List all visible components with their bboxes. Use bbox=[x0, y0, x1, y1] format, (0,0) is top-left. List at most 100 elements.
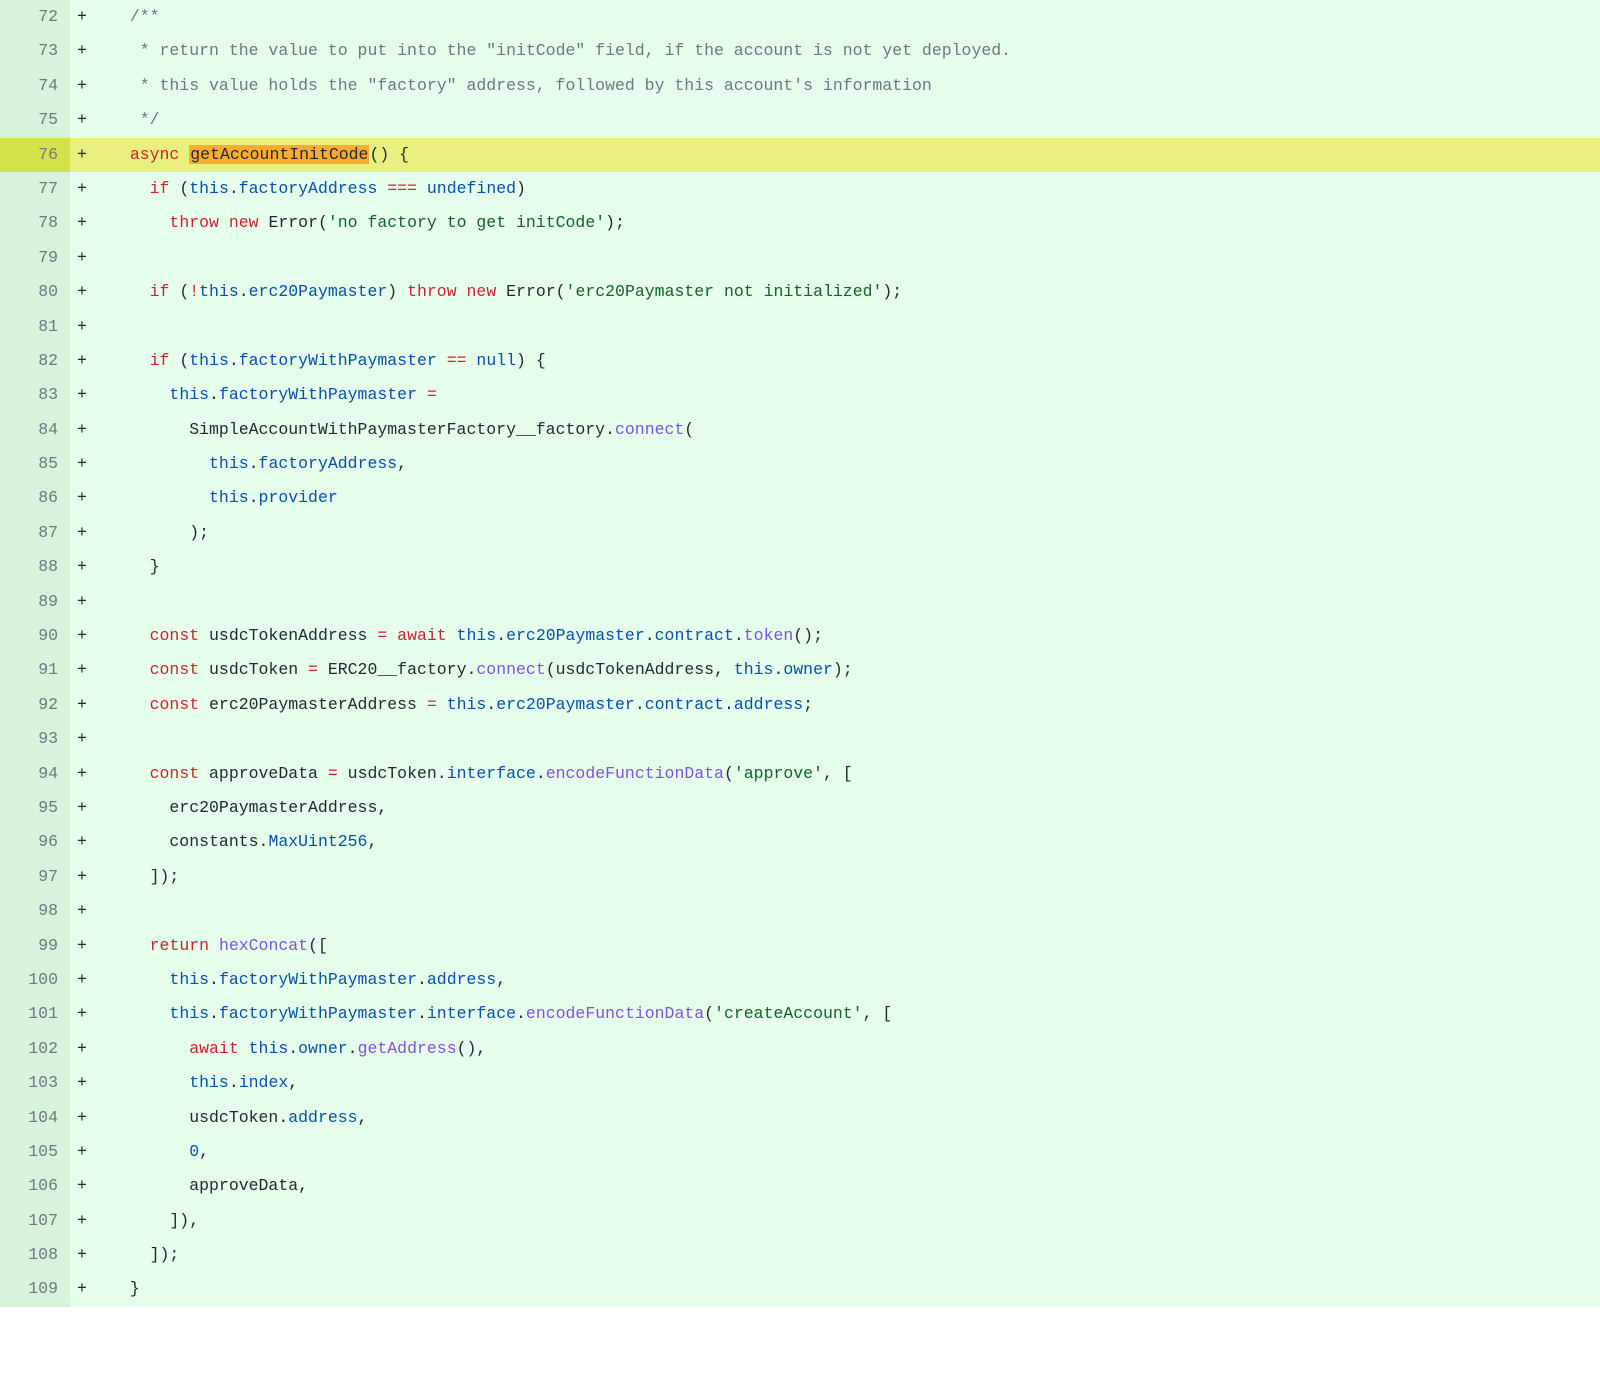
line-number[interactable]: 88 bbox=[0, 550, 70, 584]
diff-row[interactable]: 106+ approveData, bbox=[0, 1169, 1600, 1203]
line-number[interactable]: 80 bbox=[0, 275, 70, 309]
line-number[interactable]: 104 bbox=[0, 1101, 70, 1135]
line-number[interactable]: 93 bbox=[0, 722, 70, 756]
line-number[interactable]: 76 bbox=[0, 138, 70, 172]
line-number[interactable]: 75 bbox=[0, 103, 70, 137]
code-content[interactable]: if (!this.erc20Paymaster) throw new Erro… bbox=[94, 275, 1600, 309]
code-content[interactable]: if (this.factoryAddress === undefined) bbox=[94, 172, 1600, 206]
code-content[interactable]: /** bbox=[94, 0, 1600, 34]
diff-row[interactable]: 82+ if (this.factoryWithPaymaster == nul… bbox=[0, 344, 1600, 378]
diff-row[interactable]: 86+ this.provider bbox=[0, 481, 1600, 515]
line-number[interactable]: 100 bbox=[0, 963, 70, 997]
diff-row[interactable]: 105+ 0, bbox=[0, 1135, 1600, 1169]
diff-row[interactable]: 76+ async getAccountInitCode() { bbox=[0, 138, 1600, 172]
code-content[interactable]: ]), bbox=[94, 1204, 1600, 1238]
line-number[interactable]: 79 bbox=[0, 241, 70, 275]
line-number[interactable]: 92 bbox=[0, 688, 70, 722]
code-content[interactable]: usdcToken.address, bbox=[94, 1101, 1600, 1135]
code-content[interactable]: this.factoryWithPaymaster.interface.enco… bbox=[94, 997, 1600, 1031]
diff-row[interactable]: 89+ bbox=[0, 585, 1600, 619]
line-number[interactable]: 85 bbox=[0, 447, 70, 481]
code-content[interactable] bbox=[94, 585, 1600, 619]
line-number[interactable]: 77 bbox=[0, 172, 70, 206]
diff-row[interactable]: 107+ ]), bbox=[0, 1204, 1600, 1238]
diff-row[interactable]: 78+ throw new Error('no factory to get i… bbox=[0, 206, 1600, 240]
code-content[interactable]: this.factoryWithPaymaster = bbox=[94, 378, 1600, 412]
line-number[interactable]: 84 bbox=[0, 413, 70, 447]
code-content[interactable]: ); bbox=[94, 516, 1600, 550]
diff-row[interactable]: 100+ this.factoryWithPaymaster.address, bbox=[0, 963, 1600, 997]
code-content[interactable]: const approveData = usdcToken.interface.… bbox=[94, 757, 1600, 791]
diff-row[interactable]: 87+ ); bbox=[0, 516, 1600, 550]
diff-row[interactable]: 85+ this.factoryAddress, bbox=[0, 447, 1600, 481]
code-content[interactable]: this.factoryWithPaymaster.address, bbox=[94, 963, 1600, 997]
code-content[interactable]: const usdcTokenAddress = await this.erc2… bbox=[94, 619, 1600, 653]
line-number[interactable]: 107 bbox=[0, 1204, 70, 1238]
code-content[interactable]: erc20PaymasterAddress, bbox=[94, 791, 1600, 825]
line-number[interactable]: 105 bbox=[0, 1135, 70, 1169]
code-content[interactable]: ]); bbox=[94, 1238, 1600, 1272]
line-number[interactable]: 86 bbox=[0, 481, 70, 515]
line-number[interactable]: 103 bbox=[0, 1066, 70, 1100]
diff-row[interactable]: 81+ bbox=[0, 310, 1600, 344]
line-number[interactable]: 99 bbox=[0, 929, 70, 963]
diff-row[interactable]: 90+ const usdcTokenAddress = await this.… bbox=[0, 619, 1600, 653]
line-number[interactable]: 109 bbox=[0, 1272, 70, 1306]
line-number[interactable]: 91 bbox=[0, 653, 70, 687]
code-content[interactable]: this.factoryAddress, bbox=[94, 447, 1600, 481]
code-content[interactable] bbox=[94, 310, 1600, 344]
diff-row[interactable]: 88+ } bbox=[0, 550, 1600, 584]
diff-row[interactable]: 101+ this.factoryWithPaymaster.interface… bbox=[0, 997, 1600, 1031]
line-number[interactable]: 81 bbox=[0, 310, 70, 344]
code-content[interactable]: return hexConcat([ bbox=[94, 929, 1600, 963]
diff-row[interactable]: 109+ } bbox=[0, 1272, 1600, 1306]
diff-row[interactable]: 93+ bbox=[0, 722, 1600, 756]
line-number[interactable]: 98 bbox=[0, 894, 70, 928]
line-number[interactable]: 102 bbox=[0, 1032, 70, 1066]
code-content[interactable]: await this.owner.getAddress(), bbox=[94, 1032, 1600, 1066]
diff-row[interactable]: 92+ const erc20PaymasterAddress = this.e… bbox=[0, 688, 1600, 722]
diff-row[interactable]: 72+ /** bbox=[0, 0, 1600, 34]
code-content[interactable]: const usdcToken = ERC20__factory.connect… bbox=[94, 653, 1600, 687]
line-number[interactable]: 83 bbox=[0, 378, 70, 412]
diff-row[interactable]: 98+ bbox=[0, 894, 1600, 928]
diff-row[interactable]: 75+ */ bbox=[0, 103, 1600, 137]
code-content[interactable]: } bbox=[94, 1272, 1600, 1306]
diff-row[interactable]: 73+ * return the value to put into the "… bbox=[0, 34, 1600, 68]
line-number[interactable]: 89 bbox=[0, 585, 70, 619]
code-content[interactable]: if (this.factoryWithPaymaster == null) { bbox=[94, 344, 1600, 378]
diff-row[interactable]: 99+ return hexConcat([ bbox=[0, 929, 1600, 963]
code-content[interactable]: SimpleAccountWithPaymasterFactory__facto… bbox=[94, 413, 1600, 447]
line-number[interactable]: 74 bbox=[0, 69, 70, 103]
line-number[interactable]: 101 bbox=[0, 997, 70, 1031]
diff-row[interactable]: 104+ usdcToken.address, bbox=[0, 1101, 1600, 1135]
code-content[interactable]: const erc20PaymasterAddress = this.erc20… bbox=[94, 688, 1600, 722]
diff-row[interactable]: 91+ const usdcToken = ERC20__factory.con… bbox=[0, 653, 1600, 687]
code-content[interactable]: } bbox=[94, 550, 1600, 584]
line-number[interactable]: 90 bbox=[0, 619, 70, 653]
code-content[interactable]: throw new Error('no factory to get initC… bbox=[94, 206, 1600, 240]
code-content[interactable]: approveData, bbox=[94, 1169, 1600, 1203]
line-number[interactable]: 78 bbox=[0, 206, 70, 240]
line-number[interactable]: 106 bbox=[0, 1169, 70, 1203]
line-number[interactable]: 82 bbox=[0, 344, 70, 378]
code-content[interactable]: ]); bbox=[94, 860, 1600, 894]
diff-row[interactable]: 96+ constants.MaxUint256, bbox=[0, 825, 1600, 859]
code-content[interactable]: * return the value to put into the "init… bbox=[94, 34, 1600, 68]
code-content[interactable] bbox=[94, 894, 1600, 928]
diff-row[interactable]: 77+ if (this.factoryAddress === undefine… bbox=[0, 172, 1600, 206]
line-number[interactable]: 95 bbox=[0, 791, 70, 825]
code-content[interactable] bbox=[94, 241, 1600, 275]
diff-row[interactable]: 97+ ]); bbox=[0, 860, 1600, 894]
diff-row[interactable]: 79+ bbox=[0, 241, 1600, 275]
diff-row[interactable]: 84+ SimpleAccountWithPaymasterFactory__f… bbox=[0, 413, 1600, 447]
diff-row[interactable]: 83+ this.factoryWithPaymaster = bbox=[0, 378, 1600, 412]
line-number[interactable]: 72 bbox=[0, 0, 70, 34]
diff-row[interactable]: 80+ if (!this.erc20Paymaster) throw new … bbox=[0, 275, 1600, 309]
code-content[interactable]: 0, bbox=[94, 1135, 1600, 1169]
diff-row[interactable]: 102+ await this.owner.getAddress(), bbox=[0, 1032, 1600, 1066]
line-number[interactable]: 73 bbox=[0, 34, 70, 68]
diff-row[interactable]: 95+ erc20PaymasterAddress, bbox=[0, 791, 1600, 825]
line-number[interactable]: 94 bbox=[0, 757, 70, 791]
line-number[interactable]: 87 bbox=[0, 516, 70, 550]
